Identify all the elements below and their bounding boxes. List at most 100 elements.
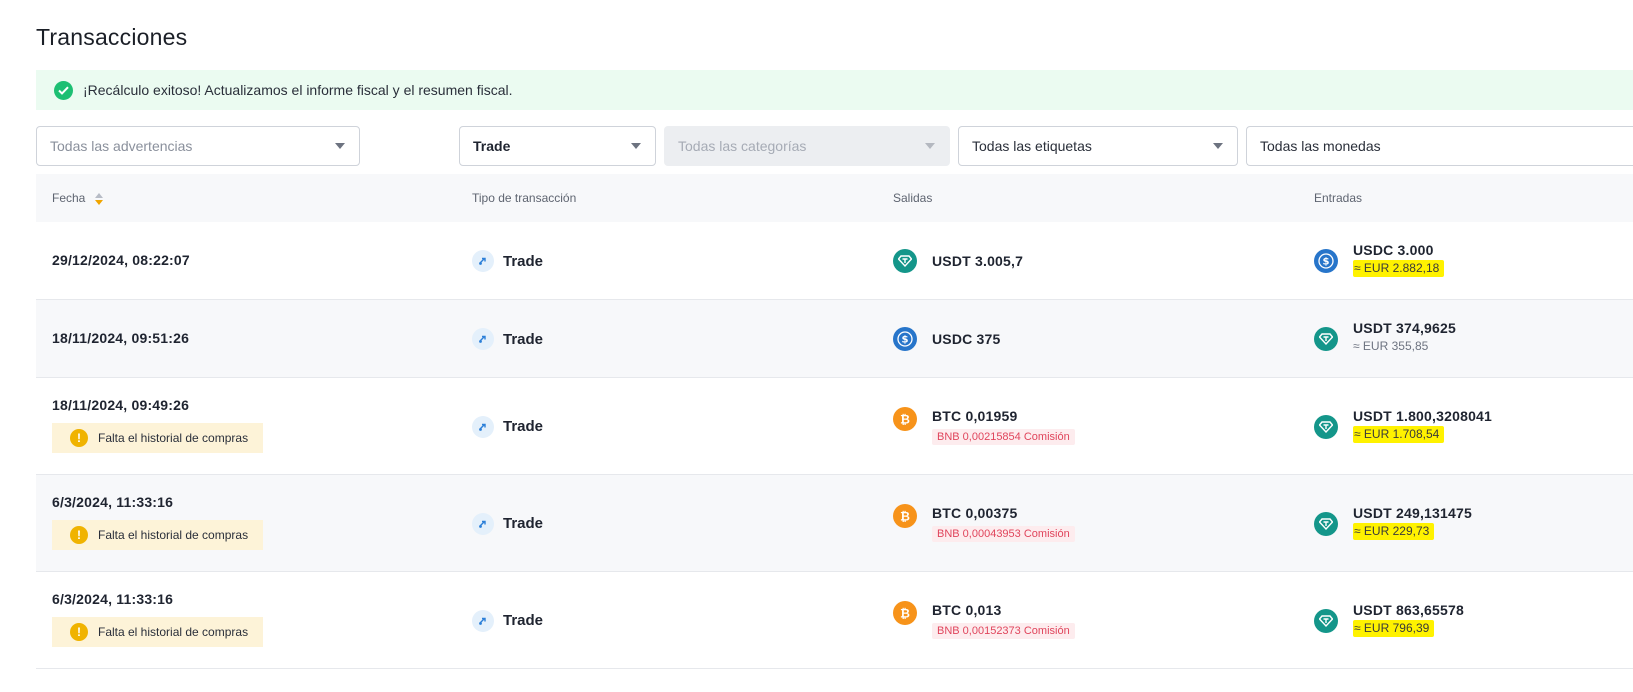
input-amount: USDC 3.000 (1353, 242, 1434, 258)
date-column-label: Fecha (52, 191, 86, 205)
usdc-coin-icon: $ (893, 327, 917, 351)
trade-icon (472, 512, 494, 535)
transaction-type-label: Trade (503, 252, 544, 270)
transaction-type: Trade (472, 250, 543, 272)
trade-icon (472, 250, 494, 272)
trade-icon (472, 609, 494, 632)
check-circle-icon (54, 80, 73, 100)
transaction-type: Trade (472, 415, 544, 438)
type-filter[interactable]: Trade (459, 126, 656, 166)
sort-icon[interactable] (94, 192, 103, 205)
transaction-type: Trade (472, 609, 544, 632)
missing-history-warning[interactable]: ! Falta el historial de compras (52, 423, 263, 453)
type-filter-label: Trade (473, 138, 511, 154)
transaction-type-label: Trade (503, 330, 544, 348)
chevron-down-icon (925, 143, 935, 149)
output-cell: ₿ BTC 0,013 BNB 0,00152373 Comisión (893, 600, 1075, 639)
categories-filter-label: Todas las categorías (678, 138, 807, 154)
categories-filter: Todas las categorías (664, 126, 950, 166)
currencies-filter[interactable]: Todas las monedas (1246, 126, 1633, 166)
row-date: 6/3/2024, 11:33:16 (52, 494, 174, 510)
success-message: ¡Recálculo exitoso! Actualizamos el info… (83, 82, 513, 98)
transaction-type-label: Trade (503, 612, 544, 629)
btc-coin-icon: ₿ (893, 406, 917, 431)
warning-icon: ! (70, 429, 88, 447)
output-cell: ₿ BTC 0,01959 BNB 0,00215854 Comisión (893, 406, 1075, 445)
input-amount: USDT 249,131475 (1353, 504, 1472, 521)
row-date: 18/11/2024, 09:49:26 (52, 397, 190, 413)
transaction-type-label: Trade (503, 515, 544, 532)
output-amount: USDT 3.005,7 (932, 253, 1024, 269)
usdt-coin-icon (1314, 608, 1338, 633)
inputs-column-header: Entradas (1314, 191, 1363, 205)
input-cell: USDT 374,9625 ≈ EUR 355,85 (1314, 319, 1456, 355)
tags-filter[interactable]: Todas las etiquetas (958, 126, 1238, 166)
chevron-down-icon (1213, 143, 1223, 149)
warning-label: Falta el historial de compras (98, 528, 249, 542)
table-row[interactable]: 29/12/2024, 08:22:07 Trade USDT 3.005,7 $ US… (36, 222, 1633, 300)
row-date: 6/3/2024, 11:33:16 (52, 591, 174, 607)
btc-coin-icon: ₿ (893, 503, 917, 528)
usdt-coin-icon (1314, 414, 1338, 439)
table-header: Fecha Tipo de transacción Salidas Entrad… (36, 174, 1633, 222)
missing-history-warning[interactable]: ! Falta el historial de compras (52, 520, 263, 550)
table-row[interactable]: 6/3/2024, 11:33:16! Falta el historial de… (36, 475, 1633, 572)
svg-text:$: $ (1323, 257, 1330, 268)
svg-text:$: $ (902, 335, 909, 346)
row-date: 18/11/2024, 09:51:26 (52, 330, 190, 346)
svg-text:₿: ₿ (900, 412, 910, 426)
output-cell: $ USDC 375 (893, 327, 1001, 351)
input-amount: USDT 374,9625 (1353, 320, 1456, 336)
usdc-coin-icon: $ (1314, 249, 1338, 273)
type-column-header: Tipo de transacción (472, 191, 577, 205)
eur-value: ≈ EUR 1.708,54 (1353, 425, 1445, 443)
table-row[interactable]: 18/11/2024, 09:51:26 Trade $ USDC 375 USDT 3… (36, 300, 1633, 378)
usdt-coin-icon (1314, 327, 1338, 351)
input-cell: USDT 1.800,3208041 ≈ EUR 1.708,54 (1314, 407, 1492, 443)
output-amount: BTC 0,013 (932, 601, 1002, 618)
chevron-down-icon (335, 143, 345, 149)
missing-history-warning[interactable]: ! Falta el historial de compras (52, 617, 263, 647)
trade-icon (472, 415, 494, 438)
fee-badge: BNB 0,00215854 Comisión (932, 428, 1075, 445)
output-cell: ₿ BTC 0,00375 BNB 0,00043953 Comisión (893, 503, 1075, 542)
fee-badge: BNB 0,00043953 Comisión (932, 525, 1075, 542)
btc-coin-icon: ₿ (893, 600, 917, 625)
page-title: Transacciones (36, 24, 188, 50)
row-date: 29/12/2024, 08:22:07 (52, 252, 190, 268)
warning-label: Falta el historial de compras (98, 431, 249, 445)
warning-icon: ! (70, 623, 88, 641)
table-row[interactable]: 18/11/2024, 09:49:26! Falta el historial … (36, 378, 1633, 475)
output-amount: BTC 0,01959 (932, 407, 1018, 424)
success-banner: ¡Recálculo exitoso! Actualizamos el info… (36, 70, 1633, 110)
warnings-filter[interactable]: Todas las advertencias (36, 126, 360, 166)
table-row[interactable]: 6/3/2024, 11:33:16! Falta el historial de… (36, 572, 1633, 669)
currencies-filter-label: Todas las monedas (1260, 138, 1381, 154)
output-amount: BTC 0,00375 (932, 504, 1018, 521)
chevron-down-icon (631, 143, 641, 149)
transactions-table: Fecha Tipo de transacción Salidas Entrad… (36, 174, 1633, 669)
output-amount: USDC 375 (932, 331, 1001, 347)
input-amount: USDT 1.800,3208041 (1353, 407, 1493, 424)
input-cell: USDT 249,131475 ≈ EUR 229,73 (1314, 504, 1472, 540)
output-cell: USDT 3.005,7 (893, 249, 1023, 273)
transaction-type: Trade (472, 512, 544, 535)
input-amount: USDT 863,65578 (1353, 601, 1464, 618)
fee-badge: BNB 0,00152373 Comisión (932, 622, 1075, 639)
eur-value: ≈ EUR 2.882,18 (1353, 260, 1445, 277)
eur-value: ≈ EUR 355,85 (1353, 339, 1429, 353)
transaction-type: Trade (472, 328, 543, 350)
warning-icon: ! (70, 526, 88, 544)
warning-label: Falta el historial de compras (98, 625, 249, 639)
svg-text:₿: ₿ (900, 509, 910, 523)
transaction-type-label: Trade (503, 418, 544, 435)
table-body: 29/12/2024, 08:22:07 Trade USDT 3.005,7 $ US… (36, 222, 1633, 669)
trade-icon (472, 328, 494, 350)
outputs-column-header: Salidas (893, 191, 933, 205)
tags-filter-label: Todas las etiquetas (972, 138, 1092, 154)
eur-value: ≈ EUR 796,39 (1353, 619, 1435, 637)
usdt-coin-icon (1314, 511, 1338, 536)
svg-text:₿: ₿ (900, 606, 910, 620)
warnings-filter-label: Todas las advertencias (50, 138, 193, 154)
date-column-header[interactable]: Fecha (52, 191, 103, 205)
